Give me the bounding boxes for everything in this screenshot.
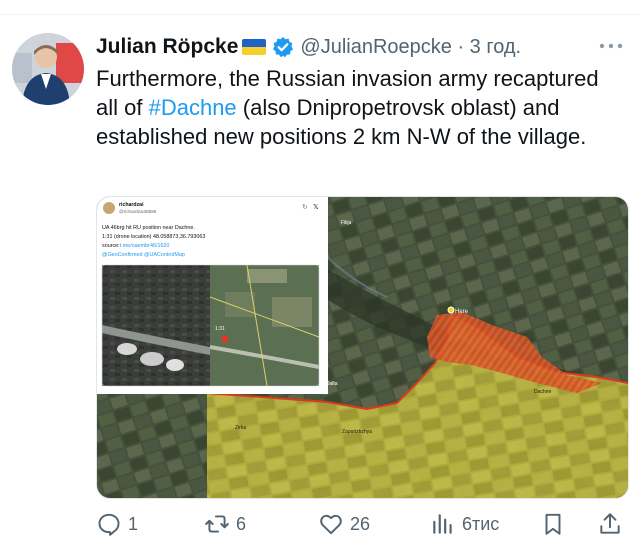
- embedded-source-link: t.me/oaembr46/1620: [120, 243, 170, 249]
- tweet-header: Julian Röpcke @JulianRoepcke · 3 год.: [96, 33, 521, 61]
- tweet-text: Furthermore, the Russian invasion army r…: [96, 64, 626, 151]
- embedded-x-logo-icon: 𝕏: [313, 203, 319, 211]
- location-marker-icon: [447, 306, 455, 314]
- author-name[interactable]: Julian Röpcke: [96, 35, 238, 59]
- embedded-tags: @GeoConfirmed @UAControlMap: [102, 252, 185, 258]
- like-button[interactable]: 26: [318, 511, 370, 537]
- repost-count: 6: [236, 513, 247, 534]
- map-label-right-village: Dachne: [534, 389, 551, 395]
- views-icon: [433, 514, 452, 534]
- embedded-post-card: richardzai @richardzai38586 ↻ 𝕏 UA 46brg…: [97, 197, 328, 394]
- like-count: 26: [350, 513, 371, 534]
- more-options-icon[interactable]: [597, 38, 625, 54]
- embedded-source-prefix: source:: [102, 243, 120, 249]
- handle-and-time[interactable]: @JulianRoepcke · 3 год.: [300, 36, 521, 59]
- map-label-marker: Here: [455, 309, 469, 315]
- svg-text:source:t.me/oaembr46/1620: source:t.me/oaembr46/1620: [102, 243, 169, 249]
- reply-icon: [98, 513, 120, 536]
- tweet-action-bar: 1 6 26 6тис: [0, 505, 640, 545]
- embedded-line-1: UA 46brg hit RU position near Dachne.: [102, 225, 195, 231]
- tweet-media-image[interactable]: Filija Here Dachne Jalta Zirka Zaporizhz…: [96, 196, 629, 499]
- repost-icon: [205, 515, 229, 533]
- embedded-refresh-icon: ↻: [302, 203, 308, 211]
- map-label-bottom-left: Zirka: [235, 425, 246, 431]
- heart-icon: [320, 514, 342, 535]
- share-button[interactable]: [597, 511, 623, 537]
- embedded-avatar: [103, 202, 115, 214]
- map-label-bottom-center: Zaporizhzhya: [342, 429, 372, 435]
- reply-button[interactable]: 1: [96, 511, 138, 537]
- embedded-handle: @richardzai38586: [119, 209, 157, 214]
- map-label-left-village: Jalta: [327, 381, 338, 387]
- hashtag-link[interactable]: #Dachne: [149, 95, 237, 120]
- map-label-top-village: Filija: [341, 220, 351, 226]
- top-divider: [0, 14, 640, 15]
- embedded-line-2: 1:31 (drone location) 48.058873,36.79306…: [102, 234, 205, 240]
- inset-time-label: 1:31: [215, 326, 225, 332]
- repost-button[interactable]: 6: [204, 511, 246, 537]
- ukraine-flag-icon: [242, 39, 267, 55]
- embedded-author: richardzai: [119, 202, 144, 208]
- share-icon: [600, 513, 620, 534]
- views-button[interactable]: 6тис: [430, 511, 499, 537]
- avatar[interactable]: [12, 33, 84, 105]
- bookmark-button[interactable]: [540, 511, 566, 537]
- reply-count: 1: [128, 513, 139, 534]
- verified-badge-icon: [273, 37, 294, 58]
- bookmark-icon: [545, 513, 561, 535]
- views-count: 6тис: [462, 513, 500, 534]
